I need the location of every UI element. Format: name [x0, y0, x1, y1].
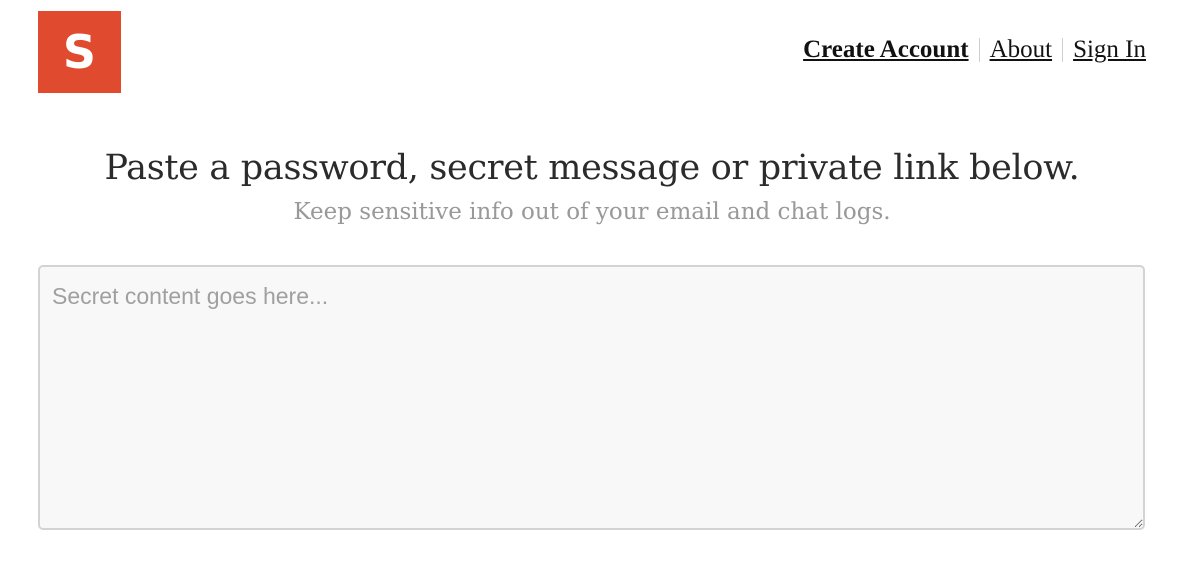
nav-divider	[1062, 38, 1064, 62]
top-nav: Create Account About Sign In	[803, 36, 1146, 64]
nav-divider	[978, 38, 980, 62]
logo-letter: S	[62, 25, 97, 79]
secret-content-textarea[interactable]	[38, 265, 1145, 530]
page-subhead: Keep sensitive info out of your email an…	[293, 199, 891, 225]
page-headline: Paste a password, secret message or priv…	[104, 148, 1080, 188]
create-account-link[interactable]: Create Account	[803, 36, 968, 64]
logo[interactable]: S	[38, 11, 121, 93]
about-link[interactable]: About	[990, 36, 1053, 64]
sign-in-link[interactable]: Sign In	[1073, 36, 1146, 64]
